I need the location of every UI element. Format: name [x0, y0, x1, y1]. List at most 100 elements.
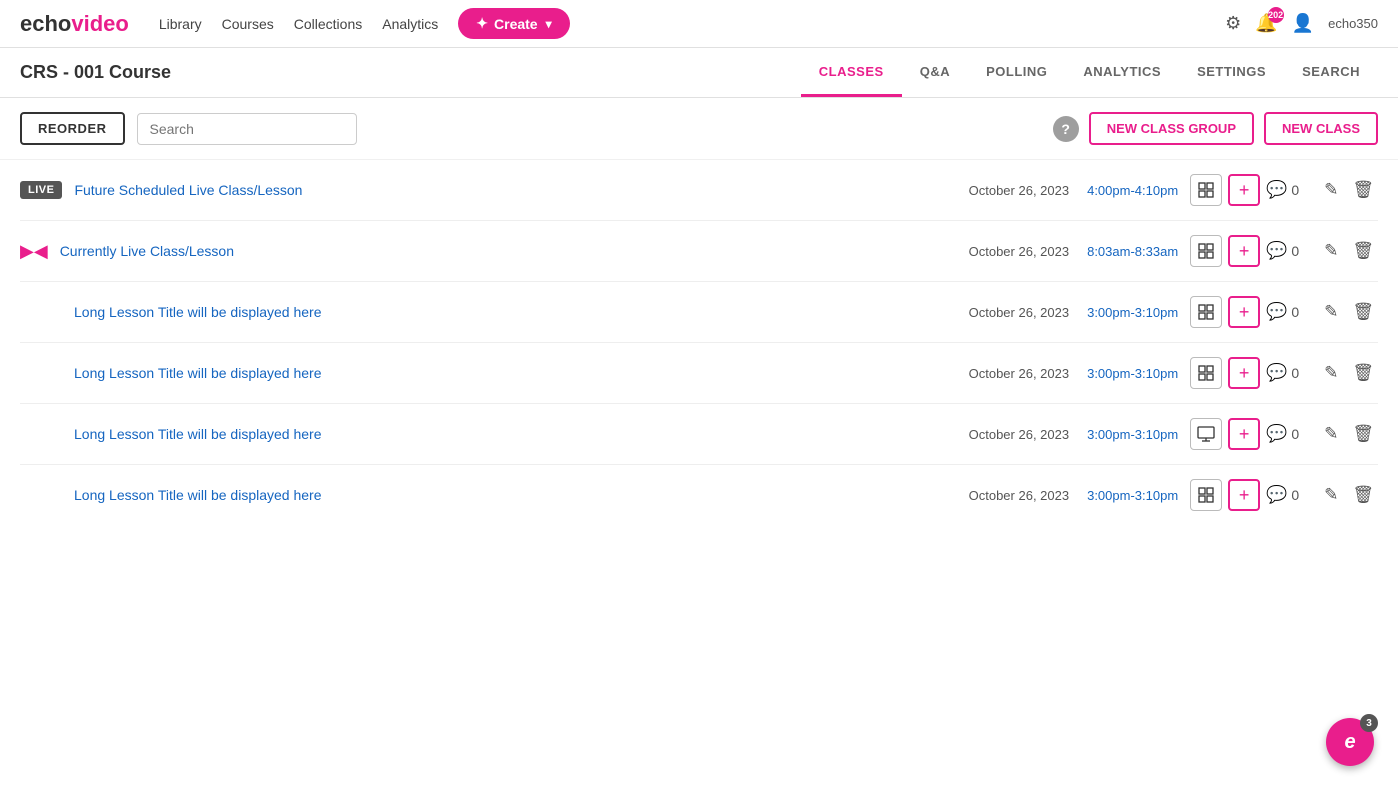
delete-button[interactable]: 🗑: [1348, 176, 1378, 204]
class-time: 3:00pm-3:10pm: [1087, 427, 1178, 442]
action-icons: + 💬 0 ✎ 🗑: [1190, 479, 1378, 511]
monitor-icon-btn[interactable]: [1190, 418, 1222, 450]
add-icon-btn[interactable]: +: [1228, 174, 1260, 206]
nav-links: Library Courses Collections Analytics ✦ …: [159, 8, 1225, 39]
action-icons: + 💬 0 ✎ 🗑: [1190, 418, 1378, 450]
course-header: CRS - 001 Course CLASSESQ&APOLLINGANALYT…: [0, 48, 1398, 98]
comment-count: 0: [1291, 304, 1299, 320]
class-time: 3:00pm-3:10pm: [1087, 488, 1178, 503]
top-nav: echovideo Library Courses Collections An…: [0, 0, 1398, 48]
tab-settings[interactable]: SETTINGS: [1179, 48, 1284, 97]
delete-button[interactable]: 🗑: [1348, 481, 1378, 509]
class-title[interactable]: Long Lesson Title will be displayed here: [74, 426, 957, 442]
capture-icon-btn[interactable]: [1190, 357, 1222, 389]
capture-icon-btn[interactable]: [1190, 235, 1222, 267]
nav-analytics[interactable]: Analytics: [382, 16, 438, 32]
class-time: 8:03am-8:33am: [1087, 244, 1178, 259]
echo350-label: echo350: [1328, 16, 1378, 31]
class-row: Long Lesson Title will be displayed here…: [20, 343, 1378, 404]
action-icons: + 💬 0 ✎ 🗑: [1190, 357, 1378, 389]
edit-button[interactable]: ✎: [1320, 420, 1342, 448]
edit-button[interactable]: ✎: [1320, 237, 1342, 265]
add-icon-btn[interactable]: +: [1228, 235, 1260, 267]
comment-count: 0: [1291, 365, 1299, 381]
tab-search[interactable]: SEARCH: [1284, 48, 1378, 97]
class-row: ▶◀ Currently Live Class/Lesson October 2…: [20, 221, 1378, 282]
class-row: Long Lesson Title will be displayed here…: [20, 404, 1378, 465]
chevron-down-icon: ▾: [546, 17, 552, 31]
nav-library[interactable]: Library: [159, 16, 202, 32]
class-row: LIVE Future Scheduled Live Class/Lesson …: [20, 160, 1378, 221]
class-date: October 26, 2023: [969, 183, 1069, 198]
tab-qa[interactable]: Q&A: [902, 48, 968, 97]
logo: echovideo: [20, 11, 129, 37]
class-time: 3:00pm-3:10pm: [1087, 305, 1178, 320]
course-title: CRS - 001 Course: [20, 62, 801, 83]
live-badge: LIVE: [20, 181, 62, 199]
action-icons: + 💬 0 ✎ 🗑: [1190, 235, 1378, 267]
new-class-group-button[interactable]: NEW CLASS GROUP: [1089, 112, 1254, 145]
capture-icon-btn[interactable]: [1190, 479, 1222, 511]
reorder-button[interactable]: REORDER: [20, 112, 125, 145]
comment-icon: 💬: [1266, 424, 1287, 444]
class-time: 4:00pm-4:10pm: [1087, 183, 1178, 198]
comment-icon: 💬: [1266, 302, 1287, 322]
delete-button[interactable]: 🗑: [1348, 359, 1378, 387]
chat-icon: e: [1344, 731, 1355, 754]
search-input[interactable]: [137, 113, 357, 145]
notification-icon[interactable]: 🔔 202: [1255, 13, 1277, 34]
delete-button[interactable]: 🗑: [1348, 298, 1378, 326]
nav-courses[interactable]: Courses: [222, 16, 274, 32]
notif-badge: 202: [1268, 7, 1284, 23]
help-icon[interactable]: ?: [1053, 116, 1079, 142]
class-title[interactable]: Future Scheduled Live Class/Lesson: [74, 182, 956, 198]
add-icon-btn[interactable]: +: [1228, 357, 1260, 389]
comment-area: 💬 0: [1266, 180, 1314, 200]
class-title[interactable]: Long Lesson Title will be displayed here: [74, 304, 957, 320]
edit-button[interactable]: ✎: [1320, 176, 1342, 204]
capture-icon-btn[interactable]: [1190, 174, 1222, 206]
delete-button[interactable]: 🗑: [1348, 420, 1378, 448]
add-icon-btn[interactable]: +: [1228, 418, 1260, 450]
settings-icon[interactable]: ⚙: [1225, 13, 1241, 34]
create-label: Create: [494, 16, 538, 32]
comment-area: 💬 0: [1266, 302, 1314, 322]
add-icon-btn[interactable]: +: [1228, 479, 1260, 511]
nav-collections[interactable]: Collections: [294, 16, 362, 32]
tabs: CLASSESQ&APOLLINGANALYTICSSETTINGSSEARCH: [801, 48, 1378, 97]
user-icon[interactable]: 👤: [1292, 13, 1314, 34]
logo-video: video: [71, 11, 128, 37]
class-title[interactable]: Currently Live Class/Lesson: [60, 243, 957, 259]
tab-polling[interactable]: POLLING: [968, 48, 1065, 97]
class-row: Long Lesson Title will be displayed here…: [20, 282, 1378, 343]
comment-area: 💬 0: [1266, 485, 1314, 505]
capture-icon-btn[interactable]: [1190, 296, 1222, 328]
chat-support-button[interactable]: e 3: [1326, 718, 1374, 766]
class-title[interactable]: Long Lesson Title will be displayed here: [74, 365, 957, 381]
class-title[interactable]: Long Lesson Title will be displayed here: [74, 487, 957, 503]
toolbar-right: ? NEW CLASS GROUP NEW CLASS: [1053, 112, 1378, 145]
comment-area: 💬 0: [1266, 241, 1314, 261]
comment-area: 💬 0: [1266, 363, 1314, 383]
delete-button[interactable]: 🗑: [1348, 237, 1378, 265]
tab-analytics[interactable]: ANALYTICS: [1065, 48, 1179, 97]
comment-icon: 💬: [1266, 180, 1287, 200]
add-icon-btn[interactable]: +: [1228, 296, 1260, 328]
nav-right: ⚙ 🔔 202 👤 echo350: [1225, 13, 1378, 34]
class-time: 3:00pm-3:10pm: [1087, 366, 1178, 381]
edit-button[interactable]: ✎: [1320, 481, 1342, 509]
edit-button[interactable]: ✎: [1320, 359, 1342, 387]
new-class-button[interactable]: NEW CLASS: [1264, 112, 1378, 145]
edit-button[interactable]: ✎: [1320, 298, 1342, 326]
comment-icon: 💬: [1266, 485, 1287, 505]
spark-icon: ✦: [476, 15, 488, 32]
logo-echo: echo: [20, 11, 71, 37]
action-icons: + 💬 0 ✎ 🗑: [1190, 296, 1378, 328]
comment-area: 💬 0: [1266, 424, 1314, 444]
tab-classes[interactable]: CLASSES: [801, 48, 902, 97]
comment-count: 0: [1291, 426, 1299, 442]
action-icons: + 💬 0 ✎ 🗑: [1190, 174, 1378, 206]
comment-icon: 💬: [1266, 241, 1287, 261]
live-now-icon: ▶◀: [20, 241, 48, 262]
create-button[interactable]: ✦ Create ▾: [458, 8, 569, 39]
